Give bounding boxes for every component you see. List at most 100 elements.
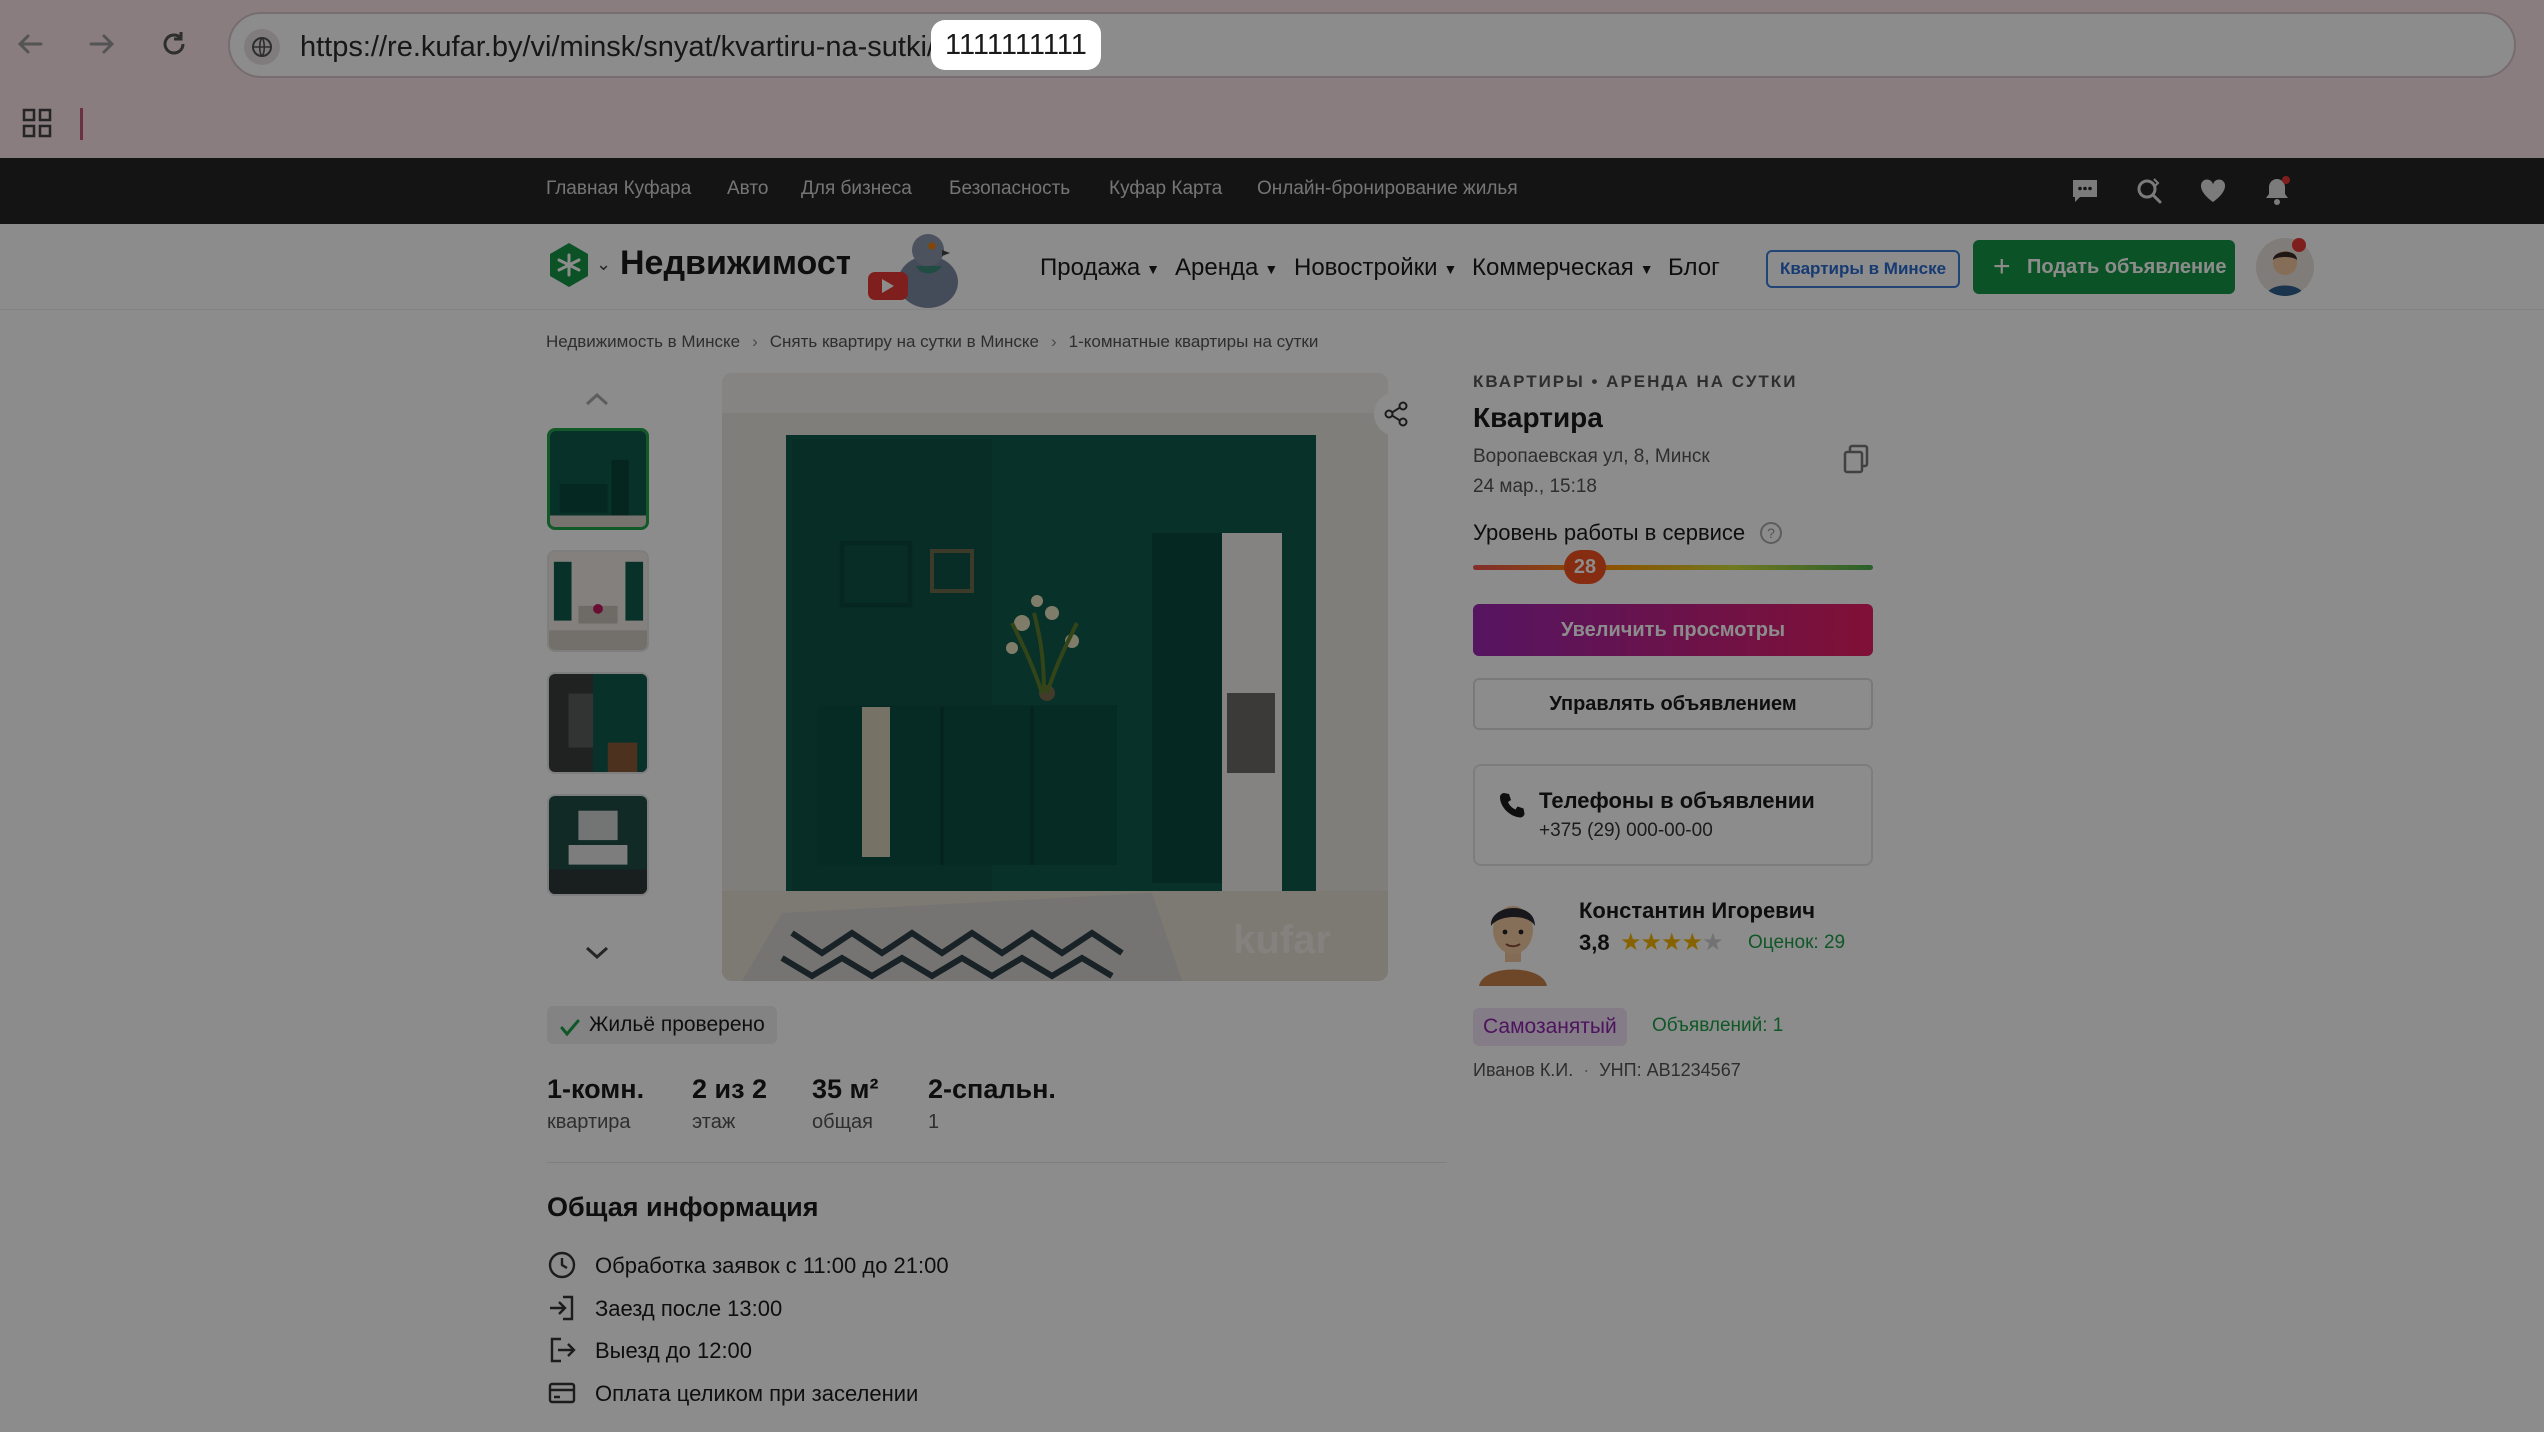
menu-rent-label: Аренда (1175, 254, 1259, 281)
seller-legal-name: Иванов К.И. (1473, 1060, 1574, 1080)
photo-thumbnail[interactable] (547, 672, 649, 774)
caret-down-icon: ▼ (1146, 260, 1161, 277)
seller-unp: УНП: АВ1234567 (1599, 1060, 1741, 1080)
star-icon: ★ (1640, 929, 1662, 956)
phone-icon (1497, 790, 1527, 820)
brand-title[interactable]: Недвижимость (620, 244, 850, 283)
star-empty-icon: ★ (1702, 929, 1723, 956)
clock-icon (547, 1250, 577, 1280)
seller-avatar[interactable] (1473, 892, 1553, 986)
info-row-text: Оплата целиком при заселении (595, 1381, 919, 1406)
post-ad-button[interactable]: + Подать объявление (1973, 240, 2235, 294)
param-label: квартира (547, 1111, 631, 1133)
seller-legal-info: Иванов К.И. · УНП: АВ1234567 (1473, 1060, 1741, 1081)
phones-title: Телефоны в объявлении (1539, 788, 1815, 813)
manage-listing-button[interactable]: Управлять объявлением (1473, 678, 1873, 730)
reload-icon[interactable] (154, 24, 194, 64)
menu-new-buildings[interactable]: Новостройки ▼ (1294, 254, 1457, 282)
browser-chrome: https://re.kufar.by/vi/minsk/snyat/kvart… (0, 0, 2544, 158)
param-area: 35 м² общая (812, 1074, 879, 1134)
caret-down-icon: ▼ (1264, 260, 1279, 277)
site-info-icon[interactable] (244, 29, 280, 65)
post-ad-label: Подать объявление (2027, 256, 2227, 278)
notifications-bell-icon[interactable] (2260, 174, 2294, 208)
credit-card-icon (547, 1378, 577, 1408)
seller-rating-stars: ★★★★★ (1620, 928, 1724, 957)
address-bar[interactable]: https://re.kufar.by/vi/minsk/snyat/kvart… (228, 12, 2516, 78)
breadcrumb-item[interactable]: 1-комнатные квартиры на сутки (1069, 332, 1319, 351)
top-navigation: Главная Куфара Авто Для бизнеса Безопасн… (0, 158, 2544, 224)
check-in-icon (547, 1293, 577, 1323)
param-value: 35 м² (812, 1074, 879, 1104)
star-icon: ★ (1661, 929, 1682, 956)
topnav-link-map[interactable]: Куфар Карта (1109, 178, 1222, 200)
seller-rating: 3,8 (1579, 930, 1610, 955)
checkmark-icon (559, 1014, 581, 1037)
menu-sale-label: Продажа (1040, 254, 1141, 281)
copy-icon[interactable] (1842, 444, 1870, 474)
thumbs-scroll-down-icon[interactable] (582, 938, 612, 968)
breadcrumb-separator: › (1050, 332, 1057, 351)
listing-address: Воропаевская ул, 8, Минск (1473, 446, 1710, 467)
phone-number[interactable]: +375 (29) 000-00-00 (1539, 820, 1713, 842)
topnav-link-business[interactable]: Для бизнеса (801, 178, 912, 200)
main-photo[interactable]: kufar (722, 373, 1388, 981)
forward-arrow-icon[interactable] (82, 24, 122, 64)
topnav-link-booking[interactable]: Онлайн-бронирование жилья (1257, 178, 1518, 200)
dot-separator: · (1583, 1060, 1590, 1080)
seller-ads-link[interactable]: Объявлений: 1 (1652, 1015, 1783, 1037)
seller-name[interactable]: Константин Игоревич (1579, 898, 1815, 924)
back-arrow-icon[interactable] (10, 24, 50, 64)
thumbs-scroll-up-icon[interactable] (582, 384, 612, 414)
url-id-spotlight: 1111111111 (930, 20, 1101, 70)
messages-icon[interactable] (2068, 174, 2102, 208)
star-icon: ★ (1620, 929, 1641, 956)
url-prefix: https://re.kufar.by/vi/minsk/snyat/kvart… (300, 31, 935, 63)
info-row-text: Заезд после 13:00 (595, 1296, 783, 1321)
menu-blog[interactable]: Блог (1668, 254, 1720, 282)
seller-reviews-link[interactable]: Оценок: 29 (1748, 932, 1845, 954)
kufar-logo-icon[interactable] (546, 242, 592, 288)
photo-thumbnail[interactable] (547, 550, 649, 652)
listing-date: 24 мар., 15:18 (1473, 476, 1597, 497)
site-header: ⌄ Недвижимость Продажа ▼ Аренда ▼ Новостро… (0, 224, 2544, 310)
verified-label: Жильё проверено (589, 1013, 765, 1036)
param-label: общая (812, 1111, 873, 1133)
boost-views-button[interactable]: Увеличить просмотры (1473, 604, 1873, 656)
check-out-icon (547, 1335, 577, 1365)
param-value: 2 из 2 (692, 1074, 768, 1104)
bookmarks-separator (80, 108, 83, 140)
phones-panel[interactable]: Телефоны в объявлении +375 (29) 000-00-0… (1473, 764, 1873, 866)
menu-rent[interactable]: Аренда ▼ (1175, 254, 1278, 282)
breadcrumb-item[interactable]: Снять квартиру на сутки в Минске (770, 332, 1039, 351)
plus-icon: + (1993, 250, 2011, 283)
photo-thumbnail[interactable] (547, 428, 649, 530)
menu-sale[interactable]: Продажа ▼ (1040, 254, 1160, 282)
param-floor: 2 из 2 этаж (692, 1074, 767, 1134)
info-row-text: Выезд до 12:00 (595, 1338, 753, 1363)
pigeon-mascot-icon[interactable] (866, 224, 966, 310)
param-rooms: 1-комн. квартира (547, 1074, 644, 1134)
topnav-link-main[interactable]: Главная Куфара (546, 178, 691, 200)
topnav-link-auto[interactable]: Авто (727, 178, 768, 200)
breadcrumb-item[interactable]: Недвижимость в Минске (546, 332, 740, 351)
param-label: 1 (928, 1111, 940, 1133)
photo-thumbnail[interactable] (547, 794, 649, 896)
chevron-down-icon[interactable]: ⌄ (596, 254, 611, 275)
apps-grid-icon[interactable] (22, 108, 52, 138)
param-value: 1-комн. (547, 1074, 645, 1104)
avatar-notification-dot (2292, 238, 2306, 252)
saved-search-icon[interactable] (2132, 174, 2166, 208)
menu-commercial-label: Коммерческая (1472, 254, 1634, 281)
topnav-link-security[interactable]: Безопасность (949, 178, 1070, 200)
photo-watermark: kufar (1233, 918, 1331, 962)
menu-commercial[interactable]: Коммерческая ▼ (1472, 254, 1654, 282)
caret-down-icon: ▼ (1443, 260, 1458, 277)
caret-down-icon: ▼ (1639, 260, 1654, 277)
help-icon[interactable]: ? (1760, 522, 1782, 544)
section-divider (547, 1162, 1447, 1163)
favorites-heart-icon[interactable] (2196, 174, 2230, 208)
breadcrumb: Недвижимость в Минске › Снять квартиру на … (546, 332, 1318, 352)
city-apartments-button[interactable]: Квартиры в Минске (1766, 250, 1961, 288)
share-icon[interactable] (1374, 392, 1418, 436)
